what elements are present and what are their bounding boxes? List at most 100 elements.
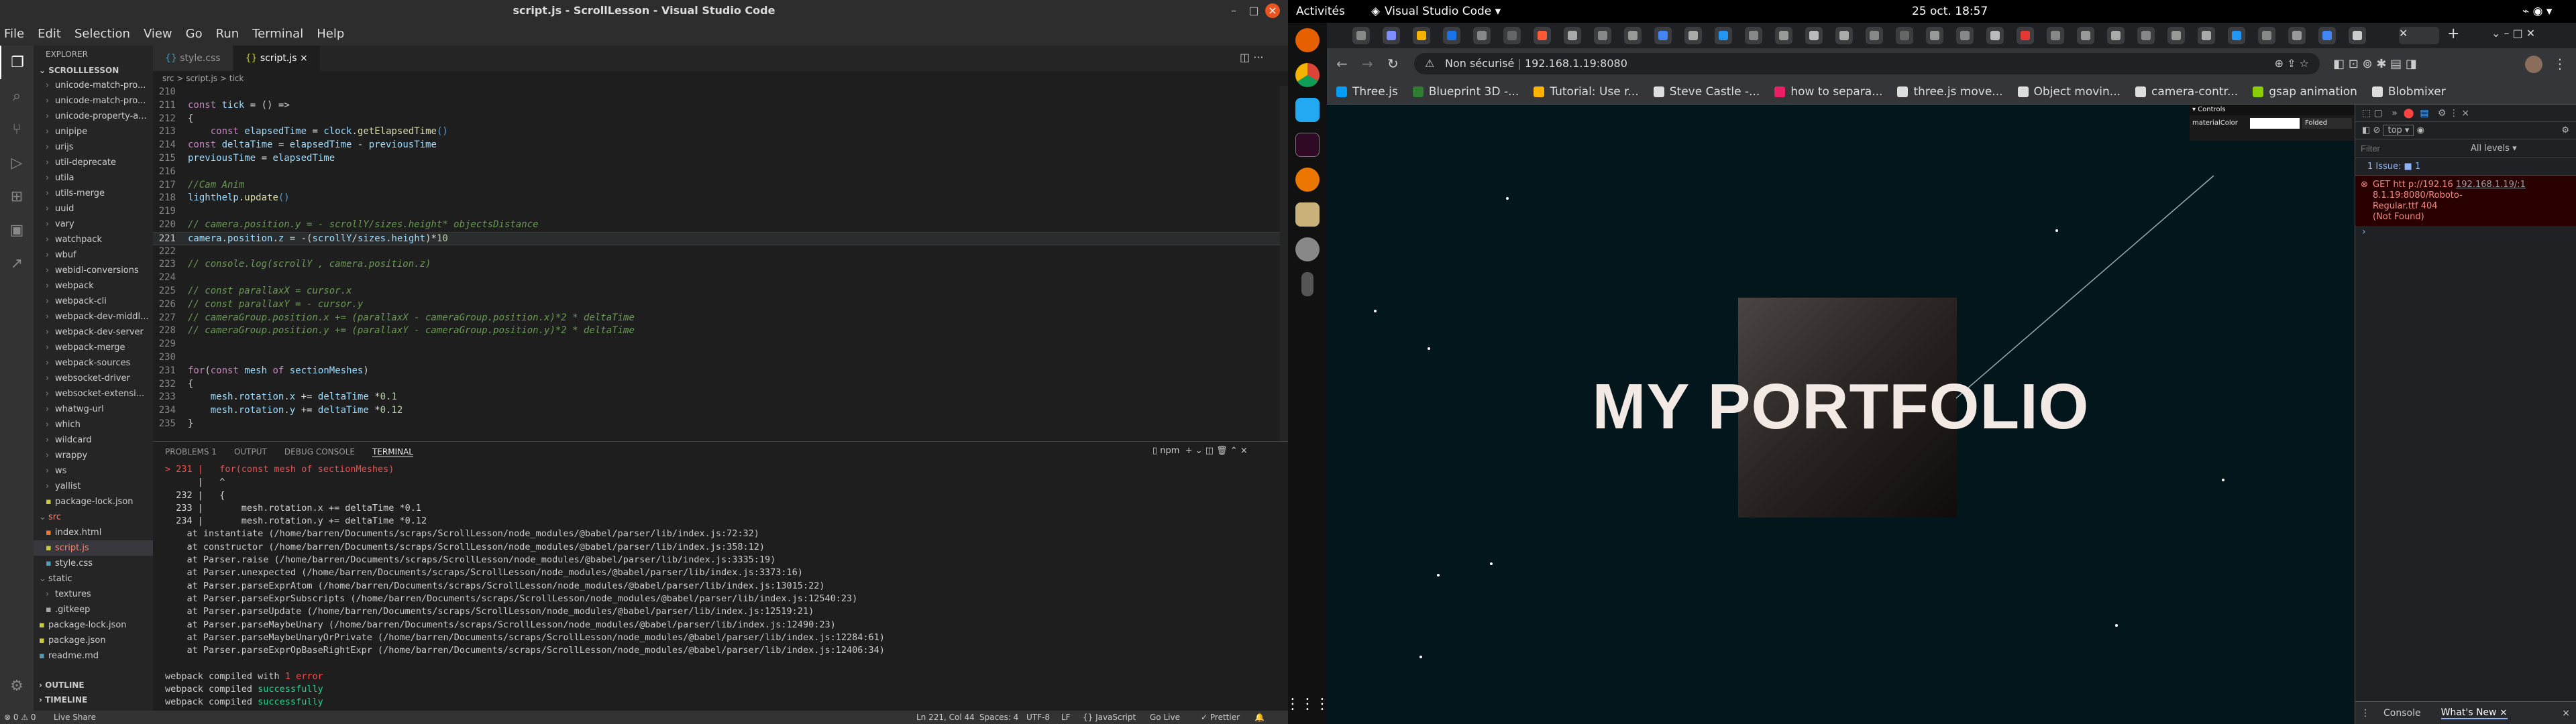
folder-item[interactable]: › util-deprecate — [34, 155, 153, 170]
browser-tab[interactable] — [1594, 27, 1611, 44]
browser-tab[interactable] — [1986, 27, 2004, 44]
filter-input[interactable] — [2361, 141, 2461, 156]
file-item[interactable]: ▪ .gitkeep — [34, 602, 153, 617]
browser-tab[interactable] — [2288, 27, 2306, 44]
browser-tab[interactable] — [2047, 27, 2064, 44]
folder-item[interactable]: › utila — [34, 170, 153, 186]
outline-section[interactable]: › OUTLINE — [34, 678, 153, 692]
sidebar-toggle-icon[interactable]: ◧ — [2362, 125, 2370, 135]
menu-file[interactable]: File — [4, 27, 24, 41]
panel-tab-debug[interactable]: DEBUG CONSOLE — [284, 447, 355, 457]
menu-selection[interactable]: Selection — [74, 27, 130, 41]
warning-icon[interactable]: ⚠ — [1425, 53, 1434, 74]
encoding-status[interactable]: UTF-8 — [1026, 711, 1050, 724]
browser-tab[interactable] — [1383, 27, 1400, 44]
browser-tab[interactable] — [2258, 27, 2275, 44]
dock-archive-icon[interactable] — [1288, 197, 1327, 232]
code-editor[interactable]: 210 211 const tick = () => 212 {213 const el… — [153, 86, 1288, 441]
breadcrumb[interactable]: src > script.js > tick — [153, 71, 1288, 86]
folder-item[interactable]: › urijs — [34, 139, 153, 155]
folder-item[interactable]: › unicode-property-a... — [34, 109, 153, 124]
extensions-toolbar-icon[interactable]: ◧ ⊡ ⊚ ✱ ▤ ◨ — [2333, 57, 2417, 71]
reload-icon[interactable]: ↻ — [1387, 56, 1399, 72]
browser-tab[interactable] — [2017, 27, 2034, 44]
cursor-position[interactable]: Ln 221, Col 44 — [916, 711, 975, 724]
file-item[interactable]: ▪ readme.md — [34, 648, 153, 664]
browser-tab[interactable] — [2137, 27, 2155, 44]
browser-tab[interactable] — [1896, 27, 1913, 44]
bookmark[interactable]: Blobmixer — [2371, 85, 2446, 99]
gear-icon[interactable]: ⚙ — [0, 669, 34, 703]
menu-run[interactable]: Run — [216, 27, 239, 41]
file-item[interactable]: ▪ package.json — [34, 633, 153, 648]
browser-tab[interactable] — [1624, 27, 1642, 44]
search-icon[interactable]: ⌕ — [0, 79, 34, 113]
dock-terminal-icon[interactable] — [1288, 127, 1327, 162]
browser-tab[interactable] — [1413, 27, 1430, 44]
menu-go[interactable]: Go — [186, 27, 203, 41]
browser-tab[interactable] — [1805, 27, 1823, 44]
notifications-icon[interactable]: 🔔 — [1254, 711, 1265, 724]
console-settings-icon[interactable]: ⚙ — [2561, 122, 2569, 139]
go-live-status[interactable]: Go Live — [1150, 711, 1180, 724]
bookmark[interactable]: Object movin... — [2017, 85, 2121, 99]
forward-icon[interactable]: → — [1362, 56, 1373, 72]
browser-tab[interactable] — [1473, 27, 1491, 44]
folder-item[interactable]: › yallist — [34, 479, 153, 494]
file-item[interactable]: ▪ package-lock.json — [34, 617, 153, 633]
folder-item[interactable]: › unicode-match-pro... — [34, 93, 153, 109]
dock-blender-icon[interactable] — [1288, 162, 1327, 197]
bookmark[interactable]: how to separa... — [1774, 85, 1882, 99]
browser-tab[interactable] — [1745, 27, 1762, 44]
browser-tab[interactable] — [1775, 27, 1792, 44]
browser-tab[interactable] — [1956, 27, 1974, 44]
bookmark[interactable]: Steve Castle -... — [1653, 85, 1760, 99]
file-item[interactable]: ▪ package-lock.json — [34, 494, 153, 509]
activities-button[interactable]: Activités — [1296, 0, 1345, 23]
timeline-section[interactable]: › TIMELINE — [34, 692, 153, 707]
clear-console-icon[interactable]: ⊘ — [2373, 125, 2383, 135]
folder-item[interactable]: › webpack-dev-server — [34, 324, 153, 340]
folder-item[interactable]: › utils-merge — [34, 186, 153, 201]
browser-tab[interactable] — [1926, 27, 1943, 44]
new-tab-button[interactable]: + — [2447, 25, 2459, 42]
folder-item[interactable]: › wrappy — [34, 448, 153, 463]
tab-style-css[interactable]: {} style.css — [153, 46, 233, 71]
minimize-button[interactable]: – — [1225, 3, 1242, 19]
live-share-icon[interactable]: ↗ — [0, 247, 34, 280]
bookmark[interactable]: Three.js — [1336, 85, 1398, 99]
run-debug-icon[interactable]: ▷ — [0, 146, 34, 180]
browser-tab[interactable] — [1866, 27, 1883, 44]
folder-item[interactable]: › webpack-merge — [34, 340, 153, 355]
drawer-tab-whats-new[interactable]: What's New × — [2440, 707, 2508, 719]
context-select[interactable]: top ▾ — [2383, 125, 2414, 136]
bookmark[interactable]: camera-contr... — [2135, 85, 2238, 99]
split-editor-icon[interactable]: ◫ ··· — [1240, 51, 1263, 64]
eye-icon[interactable]: ◉ — [2417, 125, 2424, 135]
folder-item[interactable]: › webpack — [34, 278, 153, 294]
browser-tab[interactable] — [2107, 27, 2125, 44]
browser-tab[interactable] — [1443, 27, 1460, 44]
show-apps-icon[interactable]: ⋮⋮⋮ — [1285, 686, 1330, 721]
error-source-link[interactable]: 192.168.1.19/:1 — [2456, 180, 2526, 190]
drawer-menu-icon[interactable]: ⋮ — [2361, 708, 2370, 719]
panel-tab-problems[interactable]: PROBLEMS 1 — [165, 447, 217, 457]
browser-tab[interactable] — [1564, 27, 1581, 44]
browser-tab[interactable] — [1715, 27, 1732, 44]
folder-item[interactable]: › webpack-cli — [34, 294, 153, 309]
color-swatch[interactable] — [2250, 118, 2300, 129]
close-tab-icon[interactable]: ✕ — [2399, 27, 2408, 40]
editor-scrollbar[interactable] — [1280, 86, 1288, 441]
terminal-output[interactable]: > 231 | for(const mesh of sectionMeshes)… — [165, 463, 1285, 711]
remote-explorer-icon[interactable]: ▣ — [0, 213, 34, 247]
address-bar[interactable]: ⚠ Non sécurisé | 192.168.1.19:8080 ⊕ ⇪ ☆ — [1414, 53, 2320, 74]
folder-item[interactable]: ⌄ static — [34, 571, 153, 587]
browser-tab[interactable] — [2228, 27, 2245, 44]
close-button[interactable]: × — [1265, 3, 1280, 18]
browser-tab[interactable] — [2198, 27, 2215, 44]
drawer-close-icon[interactable]: × — [2562, 708, 2570, 719]
close-tab-icon[interactable]: × — [297, 53, 308, 64]
tab-script-js[interactable]: {} script.js × — [233, 46, 321, 71]
folder-item[interactable]: › whatwg-url — [34, 402, 153, 417]
maximize-button[interactable]: □ — [1245, 3, 1263, 19]
